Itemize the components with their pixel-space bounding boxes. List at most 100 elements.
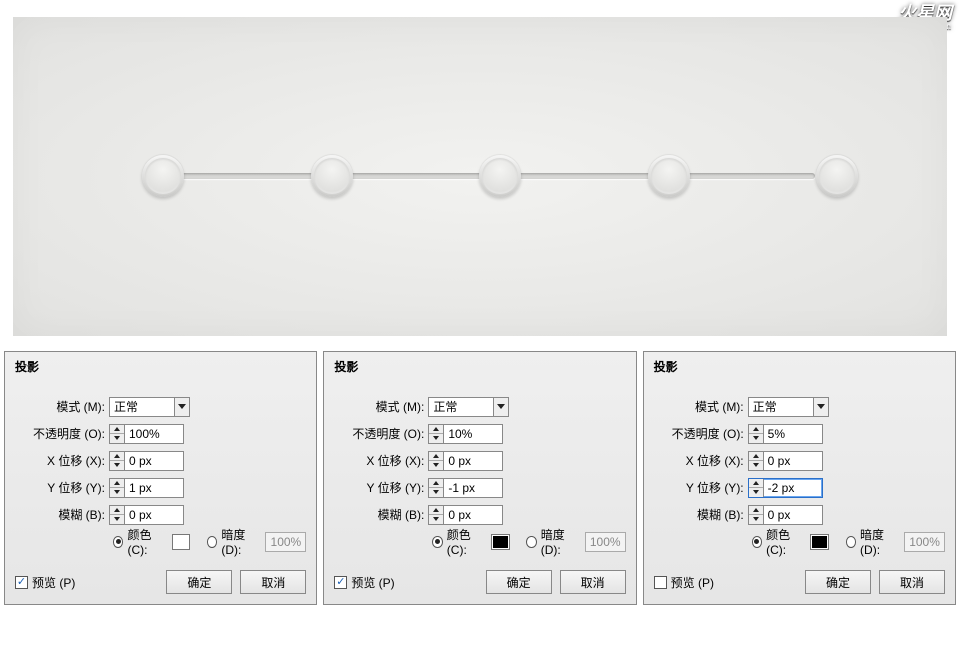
blur-stepper[interactable]: 0 px xyxy=(748,505,823,525)
stepper-buttons[interactable] xyxy=(110,452,125,470)
preview-checkbox[interactable] xyxy=(15,576,28,589)
yoffset-label: Y 位移 (Y): xyxy=(15,479,109,496)
progress-node xyxy=(311,155,353,197)
yoffset-label: Y 位移 (Y): xyxy=(334,479,428,496)
y-offset-stepper[interactable]: -1 px xyxy=(428,478,503,498)
cancel-button[interactable]: 取消 xyxy=(879,570,945,594)
preview-checkbox[interactable] xyxy=(334,576,347,589)
color-swatch[interactable] xyxy=(491,534,510,550)
stepper-buttons[interactable] xyxy=(110,425,125,443)
progress-node xyxy=(816,155,858,197)
stepper-buttons[interactable] xyxy=(429,425,444,443)
xoffset-label: X 位移 (X): xyxy=(15,452,109,469)
color-label: 颜色 (C): xyxy=(127,526,167,557)
ok-button[interactable]: 确定 xyxy=(166,570,232,594)
mode-select[interactable]: 正常 xyxy=(109,397,190,417)
stepper-buttons[interactable] xyxy=(110,506,125,524)
x-offset-value: 0 px xyxy=(125,452,183,470)
preview-label: 预览 (P) xyxy=(671,574,714,591)
y-offset-value: -1 px xyxy=(444,479,502,497)
blur-value: 0 px xyxy=(125,506,183,524)
darkness-value: 100% xyxy=(265,532,306,552)
stepper-buttons[interactable] xyxy=(749,425,764,443)
blur-stepper[interactable]: 0 px xyxy=(428,505,503,525)
opacity-stepper[interactable]: 100% xyxy=(109,424,184,444)
opacity-value: 10% xyxy=(444,425,502,443)
progress-node xyxy=(648,155,690,197)
stepper-buttons[interactable] xyxy=(429,452,444,470)
darkness-label: 暗度 (D): xyxy=(541,526,581,557)
darkness-label: 暗度 (D): xyxy=(860,526,900,557)
y-offset-stepper[interactable]: -2 px xyxy=(748,478,823,498)
blur-stepper[interactable]: 0 px xyxy=(109,505,184,525)
shadow-settings-panel: 投影 模式 (M): 正常 不透明度 (O): 10% X 位移 (X): 0 … xyxy=(323,351,636,605)
stepper-buttons[interactable] xyxy=(749,479,764,497)
preview-canvas xyxy=(13,17,947,336)
opacity-stepper[interactable]: 10% xyxy=(428,424,503,444)
opacity-label: 不透明度 (O): xyxy=(334,425,428,442)
color-radio[interactable] xyxy=(113,536,123,548)
cancel-button[interactable]: 取消 xyxy=(560,570,626,594)
opacity-stepper[interactable]: 5% xyxy=(748,424,823,444)
opacity-label: 不透明度 (O): xyxy=(654,425,748,442)
progress-node xyxy=(479,155,521,197)
color-label: 颜色 (C): xyxy=(766,526,806,557)
color-swatch[interactable] xyxy=(172,534,191,550)
darkness-value: 100% xyxy=(904,532,945,552)
shadow-settings-panel: 投影 模式 (M): 正常 不透明度 (O): 5% X 位移 (X): 0 p… xyxy=(643,351,956,605)
opacity-value: 100% xyxy=(125,425,183,443)
x-offset-value: 0 px xyxy=(764,452,822,470)
xoffset-label: X 位移 (X): xyxy=(334,452,428,469)
blur-value: 0 px xyxy=(444,506,502,524)
darkness-radio[interactable] xyxy=(207,536,217,548)
darkness-value: 100% xyxy=(585,532,626,552)
x-offset-stepper[interactable]: 0 px xyxy=(748,451,823,471)
panel-title: 投影 xyxy=(334,358,625,375)
stepper-buttons[interactable] xyxy=(110,479,125,497)
blur-label: 模糊 (B): xyxy=(15,506,109,523)
mode-value: 正常 xyxy=(110,398,174,415)
color-radio[interactable] xyxy=(432,536,442,548)
stepper-buttons[interactable] xyxy=(429,479,444,497)
preview-label: 预览 (P) xyxy=(32,574,75,591)
chevron-down-icon xyxy=(813,398,828,416)
ok-button[interactable]: 确定 xyxy=(486,570,552,594)
x-offset-stepper[interactable]: 0 px xyxy=(109,451,184,471)
y-offset-stepper[interactable]: 1 px xyxy=(109,478,184,498)
color-radio[interactable] xyxy=(752,536,762,548)
color-swatch[interactable] xyxy=(810,534,829,550)
shadow-settings-panel: 投影 模式 (M): 正常 不透明度 (O): 100% X 位移 (X): 0… xyxy=(4,351,317,605)
y-offset-value: 1 px xyxy=(125,479,183,497)
stepper-buttons[interactable] xyxy=(749,452,764,470)
color-label: 颜色 (C): xyxy=(447,526,487,557)
yoffset-label: Y 位移 (Y): xyxy=(654,479,748,496)
preview-label: 预览 (P) xyxy=(351,574,394,591)
y-offset-value: -2 px xyxy=(764,479,822,497)
cancel-button[interactable]: 取消 xyxy=(240,570,306,594)
blur-label: 模糊 (B): xyxy=(334,506,428,523)
mode-select[interactable]: 正常 xyxy=(428,397,509,417)
mode-select[interactable]: 正常 xyxy=(748,397,829,417)
mode-label: 模式 (M): xyxy=(654,398,748,415)
panel-title: 投影 xyxy=(15,358,306,375)
chevron-down-icon xyxy=(493,398,508,416)
darkness-label: 暗度 (D): xyxy=(221,526,261,557)
stepper-buttons[interactable] xyxy=(429,506,444,524)
blur-label: 模糊 (B): xyxy=(654,506,748,523)
mode-label: 模式 (M): xyxy=(334,398,428,415)
panel-title: 投影 xyxy=(654,358,945,375)
darkness-radio[interactable] xyxy=(526,536,536,548)
opacity-value: 5% xyxy=(764,425,822,443)
chevron-down-icon xyxy=(174,398,189,416)
stepper-buttons[interactable] xyxy=(749,506,764,524)
progress-node xyxy=(142,155,184,197)
preview-checkbox[interactable] xyxy=(654,576,667,589)
mode-label: 模式 (M): xyxy=(15,398,109,415)
ok-button[interactable]: 确定 xyxy=(805,570,871,594)
opacity-label: 不透明度 (O): xyxy=(15,425,109,442)
darkness-radio[interactable] xyxy=(846,536,856,548)
blur-value: 0 px xyxy=(764,506,822,524)
x-offset-stepper[interactable]: 0 px xyxy=(428,451,503,471)
mode-value: 正常 xyxy=(749,398,813,415)
x-offset-value: 0 px xyxy=(444,452,502,470)
